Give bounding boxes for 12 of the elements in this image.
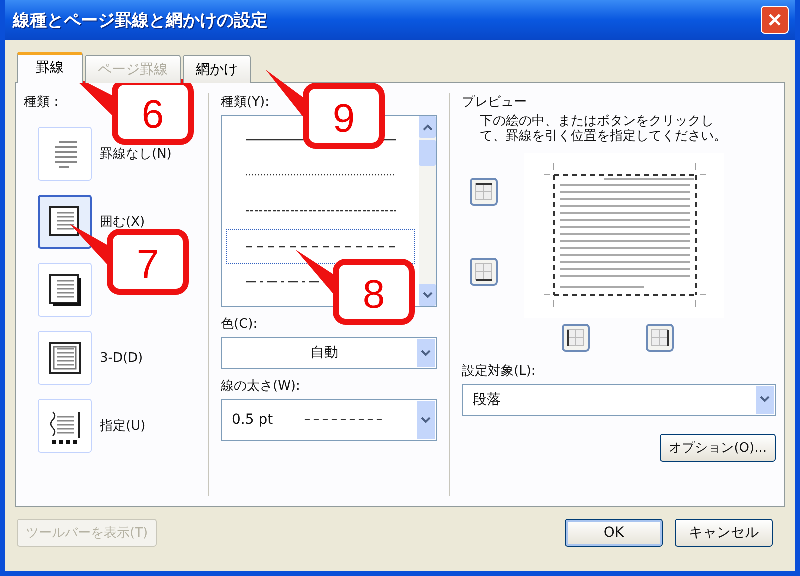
setting-label: 種類： xyxy=(24,94,64,111)
callout-tooltip: 8 xyxy=(296,250,415,325)
width-label: 線の太さ(W): xyxy=(221,378,302,395)
apply-to-label: 設定対象(L): xyxy=(462,362,537,380)
preview-label: プレビュー xyxy=(462,94,528,111)
setting-label: 罫線なし(N) xyxy=(100,146,172,163)
callout-tooltip: 9 xyxy=(266,70,385,149)
setting-label: 3-D(D) xyxy=(100,350,144,366)
preview-description: 下の絵の中、またはボタンをクリックして、罫線を引く位置を指定してください。 xyxy=(480,115,728,145)
window-title: 線種とページ罫線と網かけの設定 xyxy=(13,10,268,32)
color-label: 色(C): xyxy=(221,316,259,333)
setting-label: 指定(U) xyxy=(100,418,146,435)
